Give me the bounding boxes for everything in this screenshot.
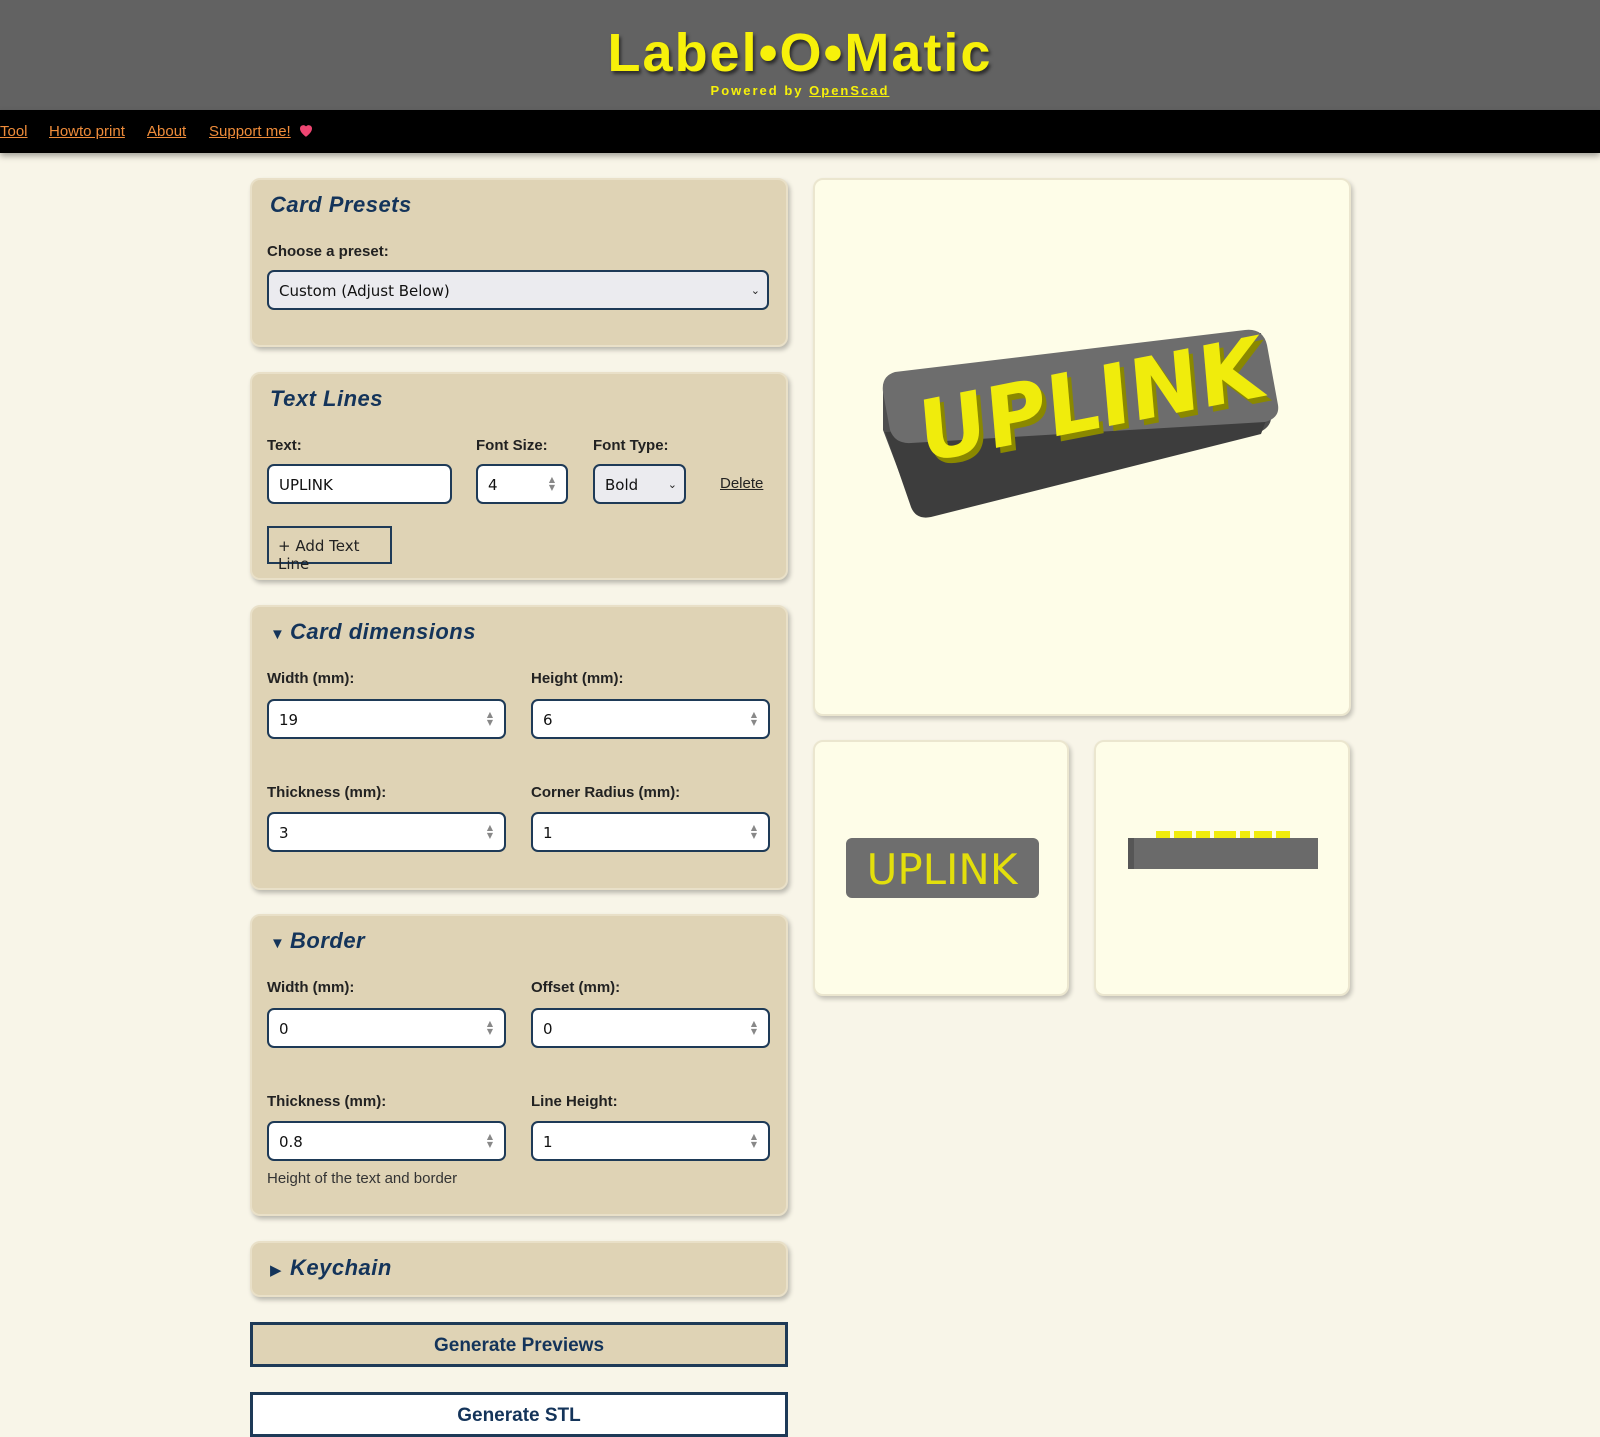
- card-width-label: Width (mm):: [267, 670, 355, 687]
- border-offset-input[interactable]: 0 ▲ ▼: [531, 1008, 770, 1048]
- delete-text-line-link[interactable]: Delete: [720, 475, 763, 492]
- preview-side-view[interactable]: [1094, 740, 1350, 996]
- border-thickness-input[interactable]: 0.8 ▲ ▼: [267, 1121, 506, 1161]
- text-lines-title: Text Lines: [270, 386, 383, 411]
- app-header: Label•O•Matic Powered by OpenScad: [0, 0, 1600, 110]
- stepper-icon[interactable]: ▲ ▼: [749, 824, 759, 840]
- generate-stl-button[interactable]: Generate STL: [250, 1392, 788, 1437]
- card-presets-title: Card Presets: [270, 192, 412, 217]
- border-thickness-value: 0.8: [279, 1133, 303, 1151]
- preview-3d-render: UPLINK UPLINK: [882, 317, 1279, 518]
- stepper-icon[interactable]: ▲ ▼: [485, 711, 495, 727]
- font-size-input[interactable]: 4 ▲ ▼: [476, 464, 568, 504]
- preset-select[interactable]: Custom (Adjust Below) ⌄: [267, 270, 769, 310]
- nav-support-me[interactable]: Support me!: [209, 123, 291, 140]
- card-dimensions-title: Card dimensions: [290, 619, 476, 644]
- powered-by: Powered by OpenScad: [0, 83, 1600, 98]
- nav-about[interactable]: About: [147, 123, 186, 140]
- stepper-icon[interactable]: ▲ ▼: [485, 824, 495, 840]
- triangle-down-icon: ▼: [270, 626, 286, 643]
- card-presets-panel: Card Presets Choose a preset: Custom (Ad…: [250, 178, 788, 347]
- main-nav: Tool Howto print About Support me!: [0, 110, 1600, 153]
- preview-side-render: [1128, 831, 1318, 869]
- preset-select-value: Custom (Adjust Below): [279, 282, 450, 300]
- generate-previews-button[interactable]: Generate Previews: [250, 1322, 788, 1367]
- line-height-value: 1: [543, 1133, 553, 1151]
- line-height-input[interactable]: 1 ▲ ▼: [531, 1121, 770, 1161]
- card-thickness-input[interactable]: 3 ▲ ▼: [267, 812, 506, 852]
- card-dimensions-panel: ▼ Card dimensions Width (mm): Height (mm)…: [250, 605, 788, 890]
- app-title: Label•O•Matic: [607, 23, 993, 83]
- border-width-value: 0: [279, 1020, 289, 1038]
- border-title: Border: [290, 928, 366, 953]
- card-radius-label: Corner Radius (mm):: [531, 784, 681, 801]
- openscad-link[interactable]: OpenScad: [809, 83, 889, 98]
- preview-top-view[interactable]: UPLINK: [813, 740, 1069, 996]
- card-radius-input[interactable]: 1 ▲ ▼: [531, 812, 770, 852]
- font-type-label: Font Type:: [593, 437, 669, 454]
- card-height-input[interactable]: 6 ▲ ▼: [531, 699, 770, 739]
- stepper-icon[interactable]: ▲ ▼: [485, 1133, 495, 1149]
- preview-top-text: UPLINK: [867, 845, 1019, 894]
- choose-preset-label: Choose a preset:: [267, 243, 389, 260]
- chevron-down-icon: ⌄: [667, 478, 677, 491]
- heart-icon: [297, 121, 315, 144]
- keychain-panel: ▶ Keychain: [250, 1241, 788, 1297]
- nav-howto-print[interactable]: Howto print: [49, 123, 125, 140]
- card-width-value: 19: [279, 711, 299, 729]
- border-width-label: Width (mm):: [267, 979, 355, 996]
- card-dimensions-toggle[interactable]: ▼ Card dimensions: [270, 619, 476, 645]
- card-radius-value: 1: [543, 824, 553, 842]
- powered-by-text: Powered by: [710, 83, 804, 98]
- card-thickness-value: 3: [279, 824, 289, 842]
- stepper-icon[interactable]: ▲ ▼: [749, 1020, 759, 1036]
- add-text-line-button[interactable]: + Add Text Line: [267, 526, 392, 573]
- border-thickness-label: Thickness (mm):: [267, 1093, 387, 1110]
- font-type-value: Bold: [605, 476, 639, 494]
- text-line-input[interactable]: UPLINK: [267, 464, 452, 504]
- card-thickness-label: Thickness (mm):: [267, 784, 387, 801]
- stepper-icon[interactable]: ▲ ▼: [749, 711, 759, 727]
- keychain-title: Keychain: [290, 1255, 392, 1280]
- font-type-select[interactable]: Bold ⌄: [593, 464, 686, 504]
- border-panel: ▼ Border Width (mm): Offset (mm): 0 ▲ ▼ 0 …: [250, 914, 788, 1216]
- chevron-down-icon: ⌄: [750, 284, 760, 297]
- preview-3d-view[interactable]: UPLINK UPLINK: [813, 178, 1351, 716]
- triangle-down-icon: ▼: [270, 935, 286, 952]
- card-height-value: 6: [543, 711, 553, 729]
- line-height-label: Line Height:: [531, 1093, 618, 1110]
- stepper-icon[interactable]: ▲ ▼: [547, 476, 557, 492]
- font-size-value: 4: [488, 476, 498, 494]
- font-size-label: Font Size:: [476, 437, 548, 454]
- text-label: Text:: [267, 437, 302, 454]
- card-height-label: Height (mm):: [531, 670, 624, 687]
- border-offset-label: Offset (mm):: [531, 979, 621, 996]
- preview-top-render: UPLINK: [846, 838, 1039, 898]
- card-width-input[interactable]: 19 ▲ ▼: [267, 699, 506, 739]
- text-lines-panel: Text Lines Text: Font Size: Font Type: U…: [250, 372, 788, 580]
- stepper-icon[interactable]: ▲ ▼: [749, 1133, 759, 1149]
- add-text-line-label: + Add Text Line: [278, 537, 360, 573]
- nav-tool[interactable]: Tool: [0, 123, 28, 140]
- stepper-icon[interactable]: ▲ ▼: [485, 1020, 495, 1036]
- border-offset-value: 0: [543, 1020, 553, 1038]
- generate-stl-label: Generate STL: [457, 1405, 581, 1426]
- border-toggle[interactable]: ▼ Border: [270, 928, 365, 954]
- border-width-input[interactable]: 0 ▲ ▼: [267, 1008, 506, 1048]
- text-line-value: UPLINK: [279, 476, 333, 494]
- triangle-right-icon: ▶: [270, 1262, 283, 1279]
- keychain-toggle[interactable]: ▶ Keychain: [270, 1255, 392, 1281]
- generate-previews-label: Generate Previews: [433, 1335, 605, 1356]
- border-hint: Height of the text and border: [267, 1170, 458, 1187]
